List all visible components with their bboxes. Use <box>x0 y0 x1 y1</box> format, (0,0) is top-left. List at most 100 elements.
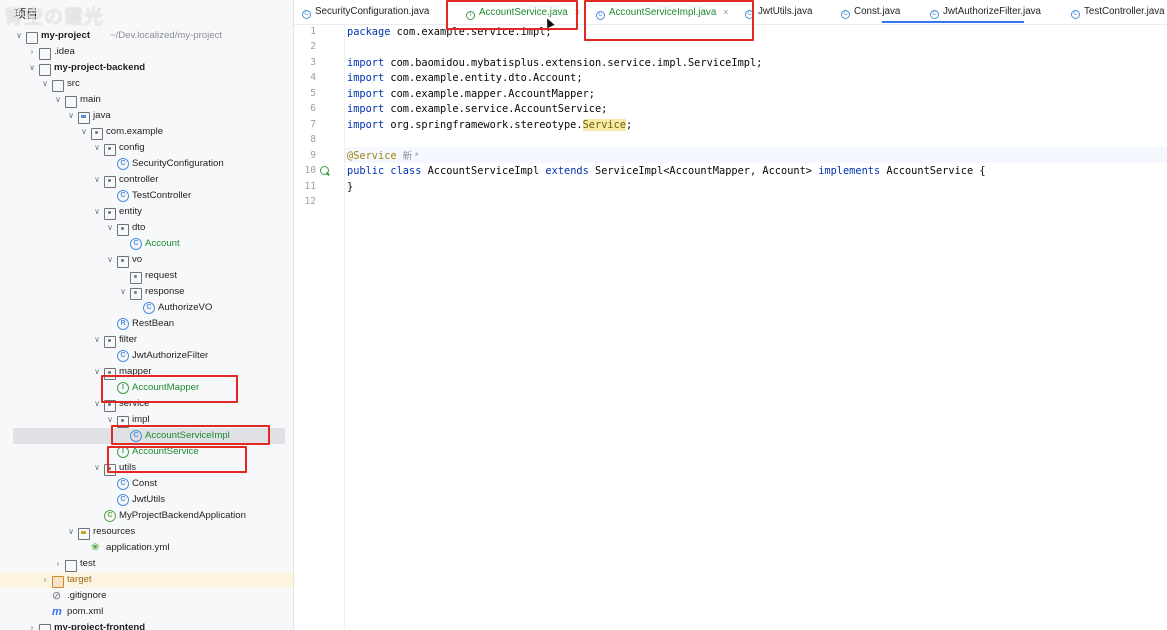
tree-item-main[interactable]: ∨ main <box>0 92 293 108</box>
class-icon: C <box>117 478 129 490</box>
annotation-box-accountserviceimpl <box>111 425 270 445</box>
tree-item-securityconfiguration[interactable]: C SecurityConfiguration <box>0 156 293 172</box>
tree-item-target[interactable]: › target <box>0 572 293 588</box>
class-icon: C <box>117 158 129 170</box>
chevron-down-icon[interactable]: ∨ <box>92 204 102 220</box>
code-line[interactable]: } <box>347 179 353 195</box>
package-icon <box>104 336 116 348</box>
tree-item-src[interactable]: ∨ src <box>0 76 293 92</box>
package-icon <box>104 144 116 156</box>
chevron-right-icon[interactable]: › <box>27 44 37 60</box>
tree-item-label: Account <box>145 238 180 249</box>
annotation-box-accountserviceimpl-tab <box>584 0 754 41</box>
tree-item-label: com.example <box>106 126 164 137</box>
tree-item-pom-xml[interactable]: m pom.xml <box>0 604 293 620</box>
tree-item-authorizevo[interactable]: C AuthorizeVO <box>0 300 293 316</box>
code-line[interactable]: import com.example.mapper.AccountMapper; <box>347 86 595 102</box>
class-icon: C <box>117 350 129 362</box>
tree-item-my-project-backend[interactable]: ∨ my-project-backend <box>0 60 293 76</box>
chevron-down-icon[interactable]: ∨ <box>92 172 102 188</box>
line-number: 12 <box>304 196 316 207</box>
code-line[interactable]: import com.baomidou.mybatisplus.extensio… <box>347 55 762 71</box>
code-line[interactable]: public class AccountServiceImpl extends … <box>347 163 986 179</box>
chevron-down-icon[interactable]: ∨ <box>40 76 50 92</box>
tree-item-label: resources <box>93 526 136 537</box>
chevron-down-icon[interactable]: ∨ <box>92 332 102 348</box>
tree-item-java[interactable]: ∨ java <box>0 108 293 124</box>
tree-item-label: SecurityConfiguration <box>132 158 224 169</box>
tree-item-com-example[interactable]: ∨ com.example <box>0 124 293 140</box>
chevron-down-icon[interactable]: ∨ <box>118 284 128 300</box>
chevron-down-icon[interactable]: ∨ <box>27 60 37 76</box>
tree-item-idea[interactable]: › .idea <box>0 44 293 60</box>
tree-item-my-project-frontend[interactable]: › my-project-frontend <box>0 620 293 630</box>
tree-item-label: MyProjectBackendApplication <box>119 510 246 521</box>
chevron-down-icon[interactable]: ∨ <box>92 460 102 476</box>
spring-bean-gutter-icon[interactable] <box>320 166 329 175</box>
chevron-down-icon[interactable]: ∨ <box>53 92 63 108</box>
tree-item-request[interactable]: request <box>0 268 293 284</box>
tree-item-response[interactable]: ∨ response <box>0 284 293 300</box>
chevron-down-icon[interactable]: ∨ <box>105 252 115 268</box>
tab-jwtauthorizefilter[interactable]: C JwtAuthorizeFilter.java <box>930 0 1041 24</box>
tab-const[interactable]: C Const.java <box>841 0 900 24</box>
line-number: 1 <box>310 26 316 37</box>
chevron-down-icon[interactable]: ∨ <box>79 124 89 140</box>
tree-item-config[interactable]: ∨ config <box>0 140 293 156</box>
class-icon: C <box>117 190 129 202</box>
tab-jwtutils[interactable]: C JwtUtils.java <box>745 0 812 24</box>
tree-item-label: .gitignore <box>67 590 107 601</box>
line-number: 6 <box>310 103 316 114</box>
tab-securityconfiguration[interactable]: C SecurityConfiguration.java <box>302 0 429 24</box>
tab-label: JwtAuthorizeFilter.java <box>943 6 1042 17</box>
module-folder-icon <box>39 64 51 76</box>
chevron-right-icon[interactable]: › <box>40 572 50 588</box>
module-folder-icon <box>39 624 51 630</box>
tree-item-restbean[interactable]: R RestBean <box>0 316 293 332</box>
chevron-down-icon[interactable]: ∨ <box>105 220 115 236</box>
tree-item-vo[interactable]: ∨ vo <box>0 252 293 268</box>
tree-item-entity[interactable]: ∨ entity <box>0 204 293 220</box>
tree-item-account[interactable]: C Account <box>0 236 293 252</box>
class-icon: C <box>302 10 311 19</box>
tree-item-label: src <box>67 78 80 89</box>
tree-item-myprojectbackendapplication[interactable]: C MyProjectBackendApplication <box>0 508 293 524</box>
tree-item-application-yml[interactable]: ❀ application.yml <box>0 540 293 556</box>
tree-item-testcontroller[interactable]: C TestController <box>0 188 293 204</box>
tree-item-gitignore[interactable]: ⊘ .gitignore <box>0 588 293 604</box>
tab-testcontroller[interactable]: C TestController.java <box>1071 0 1165 24</box>
tree-item-label: java <box>93 110 111 121</box>
class-icon: C <box>117 494 129 506</box>
chevron-down-icon[interactable]: ∨ <box>66 108 76 124</box>
code-line[interactable]: @Service 新 * <box>347 148 418 164</box>
chevron-right-icon[interactable]: › <box>53 556 63 572</box>
tree-item-resources[interactable]: ∨ resources <box>0 524 293 540</box>
code-line[interactable]: import com.example.entity.dto.Account; <box>347 70 583 86</box>
tree-item-label: TestController <box>132 190 192 201</box>
tree-item-dto[interactable]: ∨ dto <box>0 220 293 236</box>
tree-item-label: Const <box>132 478 158 489</box>
line-number: 10 <box>304 165 316 176</box>
chevron-down-icon[interactable]: ∨ <box>66 524 76 540</box>
line-number: 9 <box>310 150 316 161</box>
project-panel: 项目 青空の霞光 ∨ my-project ~/Dev.localized/my-p… <box>0 0 294 630</box>
tab-label: Const.java <box>854 6 901 17</box>
tree-item-label: response <box>145 286 185 297</box>
class-icon: C <box>143 302 155 314</box>
tree-item-label: filter <box>119 334 138 345</box>
folder-icon <box>52 80 64 92</box>
chevron-down-icon[interactable]: ∨ <box>92 140 102 156</box>
chevron-right-icon[interactable]: › <box>27 620 37 630</box>
tree-item-my-project[interactable]: ∨ my-project ~/Dev.localized/my-project <box>0 28 293 44</box>
tree-item-filter[interactable]: ∨ filter <box>0 332 293 348</box>
code-line[interactable]: import org.springframework.stereotype.Se… <box>347 117 632 133</box>
chevron-down-icon[interactable]: ∨ <box>14 28 24 44</box>
line-number: 7 <box>310 119 316 130</box>
tree-item-const[interactable]: C Const <box>0 476 293 492</box>
annotation-box-accountservice <box>107 446 247 473</box>
code-line[interactable]: import com.example.service.AccountServic… <box>347 101 607 117</box>
tree-item-jwtutils[interactable]: C JwtUtils <box>0 492 293 508</box>
tree-item-test[interactable]: › test <box>0 556 293 572</box>
tree-item-jwtauthorizefilter[interactable]: C JwtAuthorizeFilter <box>0 348 293 364</box>
tree-item-controller[interactable]: ∨ controller <box>0 172 293 188</box>
